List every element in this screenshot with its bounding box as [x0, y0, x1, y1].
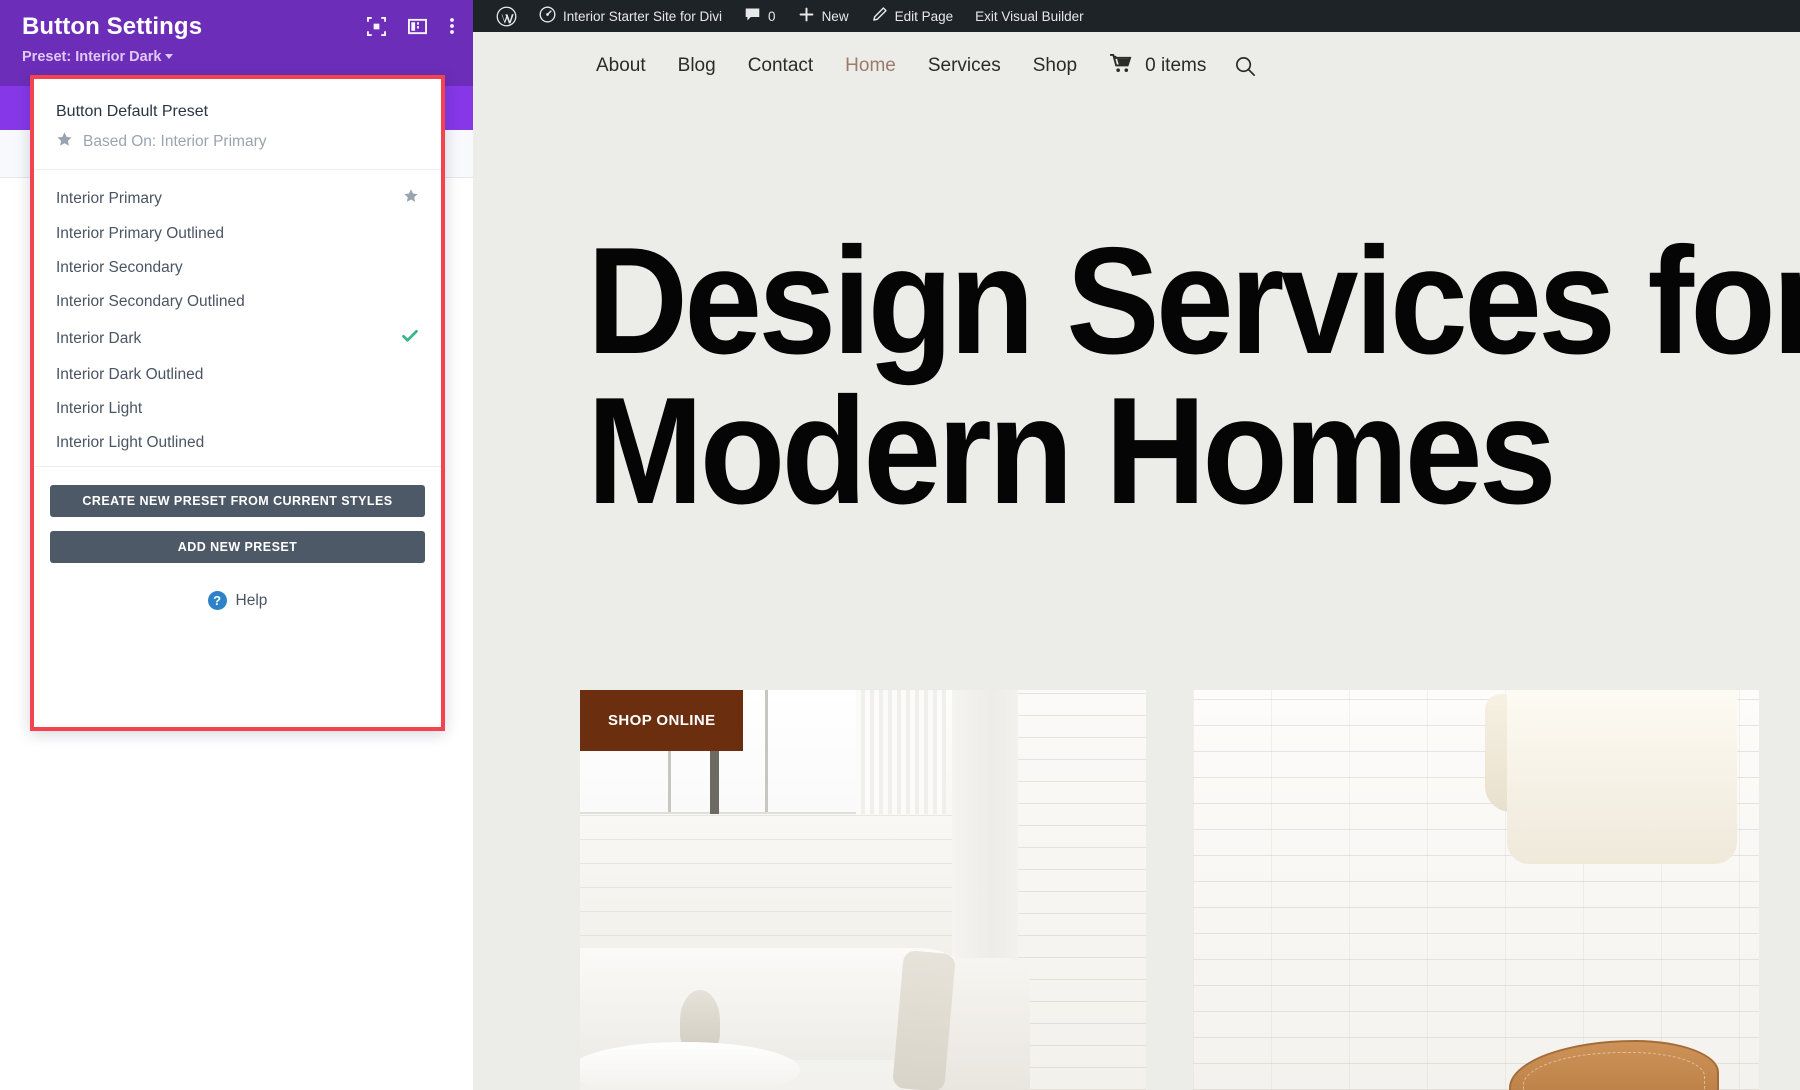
- hero-heading: Design Services for Modern Homes: [587, 226, 1800, 526]
- brick-wall-photo: [1193, 690, 1759, 1090]
- preset-label: Interior Light Outlined: [56, 434, 204, 452]
- nav-link-services[interactable]: Services: [912, 55, 1017, 77]
- based-on-row: Based On: Interior Primary: [56, 131, 419, 153]
- preset-label: Interior Dark Outlined: [56, 366, 203, 384]
- exit-visual-builder-item[interactable]: Exit Visual Builder: [964, 0, 1095, 32]
- site-navigation: About Blog Contact Home Services Shop 0 …: [473, 32, 1800, 100]
- help-label: Help: [236, 592, 268, 610]
- comment-bubble-icon: [744, 6, 761, 26]
- preset-label: Interior Light: [56, 400, 142, 418]
- question-mark-icon: ?: [208, 591, 227, 610]
- image-cards-row: SHOP ONLINE: [473, 690, 1800, 1090]
- leather-shoe-shape: [1509, 1040, 1719, 1090]
- site-name-item[interactable]: Interior Starter Site for Divi: [528, 0, 733, 32]
- preset-item-interior-secondary-outlined[interactable]: Interior Secondary Outlined: [34, 285, 441, 319]
- hero-section: Design Services for Modern Homes: [473, 100, 1800, 580]
- wordpress-logo-icon[interactable]: [485, 0, 528, 32]
- star-icon[interactable]: [403, 188, 419, 209]
- modal-header: Button Settings Preset: Interior Dark: [0, 0, 473, 86]
- comments-count: 0: [768, 9, 776, 24]
- pencil-icon: [871, 6, 888, 26]
- nav-link-shop[interactable]: Shop: [1017, 55, 1093, 77]
- site-preview: Interior Starter Site for Divi 0 New: [473, 0, 1800, 1090]
- layout-panel-icon[interactable]: [408, 17, 427, 41]
- painted-wall-shape: [580, 814, 952, 960]
- site-name-label: Interior Starter Site for Divi: [563, 9, 722, 24]
- new-label: New: [822, 9, 849, 24]
- preset-list: Interior Primary Interior Primary Outlin…: [34, 170, 441, 467]
- brick-wall-shape: [1018, 690, 1146, 1090]
- exit-visual-builder-label: Exit Visual Builder: [975, 9, 1084, 24]
- preset-item-interior-light-outlined[interactable]: Interior Light Outlined: [34, 426, 441, 460]
- wordpress-admin-bar: Interior Starter Site for Divi 0 New: [473, 0, 1800, 32]
- search-icon[interactable]: [1220, 55, 1271, 78]
- add-new-preset-button[interactable]: ADD NEW PRESET: [50, 531, 425, 563]
- nav-link-contact[interactable]: Contact: [732, 55, 829, 77]
- preset-selector[interactable]: Preset: Interior Dark: [22, 46, 451, 68]
- preset-label: Interior Secondary: [56, 259, 183, 277]
- preset-item-interior-dark-outlined[interactable]: Interior Dark Outlined: [34, 358, 441, 392]
- chevron-down-icon: [165, 54, 173, 59]
- preset-item-interior-dark[interactable]: Interior Dark: [34, 319, 441, 358]
- preset-item-interior-secondary[interactable]: Interior Secondary: [34, 251, 441, 285]
- preset-item-interior-primary[interactable]: Interior Primary: [34, 180, 441, 217]
- based-on-label: Based On: Interior Primary: [83, 133, 266, 151]
- edit-page-item[interactable]: Edit Page: [860, 0, 965, 32]
- comments-item[interactable]: 0: [733, 0, 787, 32]
- preset-item-interior-primary-outlined[interactable]: Interior Primary Outlined: [34, 217, 441, 251]
- shop-online-button[interactable]: SHOP ONLINE: [580, 690, 743, 751]
- star-icon: [56, 131, 73, 153]
- preset-selector-label: Preset: Interior Dark: [22, 49, 161, 65]
- shoe-stitching-shape: [1523, 1052, 1705, 1090]
- focus-icon[interactable]: [367, 17, 386, 41]
- current-preset-title: Button Default Preset: [56, 101, 419, 123]
- nav-link-about[interactable]: About: [580, 55, 662, 77]
- preset-actions: CREATE NEW PRESET FROM CURRENT STYLES AD…: [34, 467, 441, 628]
- plus-icon: [798, 6, 815, 26]
- card-loft-interior[interactable]: SHOP ONLINE: [580, 690, 1146, 1090]
- nav-link-blog[interactable]: Blog: [662, 55, 732, 77]
- preset-dropdown-panel: Button Default Preset Based On: Interior…: [30, 75, 445, 731]
- preset-label: Interior Dark: [56, 330, 141, 348]
- hero-heading-line2: Modern Homes: [587, 366, 1553, 536]
- preset-label: Interior Secondary Outlined: [56, 293, 245, 311]
- help-link[interactable]: ? Help: [50, 577, 425, 620]
- check-icon: [401, 327, 419, 350]
- cart-count-label: 0 items: [1145, 55, 1206, 77]
- garment-shape: [1507, 690, 1737, 864]
- preset-label: Interior Primary: [56, 190, 162, 208]
- button-settings-modal: Button Settings Preset: Interior Dark: [0, 0, 473, 1090]
- cart-link[interactable]: 0 items: [1093, 53, 1220, 79]
- hero-heading-line1: Design Services for: [587, 216, 1800, 386]
- edit-page-label: Edit Page: [895, 9, 954, 24]
- current-preset-block: Button Default Preset Based On: Interior…: [34, 79, 441, 170]
- card-brick-wall[interactable]: [1193, 690, 1759, 1090]
- preset-label: Interior Primary Outlined: [56, 225, 224, 243]
- nav-link-home[interactable]: Home: [829, 55, 912, 77]
- dashboard-icon: [539, 6, 556, 26]
- more-options-icon[interactable]: [449, 16, 455, 41]
- preset-item-interior-light[interactable]: Interior Light: [34, 392, 441, 426]
- modal-header-icons: [367, 16, 455, 41]
- shopping-cart-icon: [1109, 53, 1134, 79]
- create-new-preset-button[interactable]: CREATE NEW PRESET FROM CURRENT STYLES: [50, 485, 425, 517]
- new-content-item[interactable]: New: [787, 0, 860, 32]
